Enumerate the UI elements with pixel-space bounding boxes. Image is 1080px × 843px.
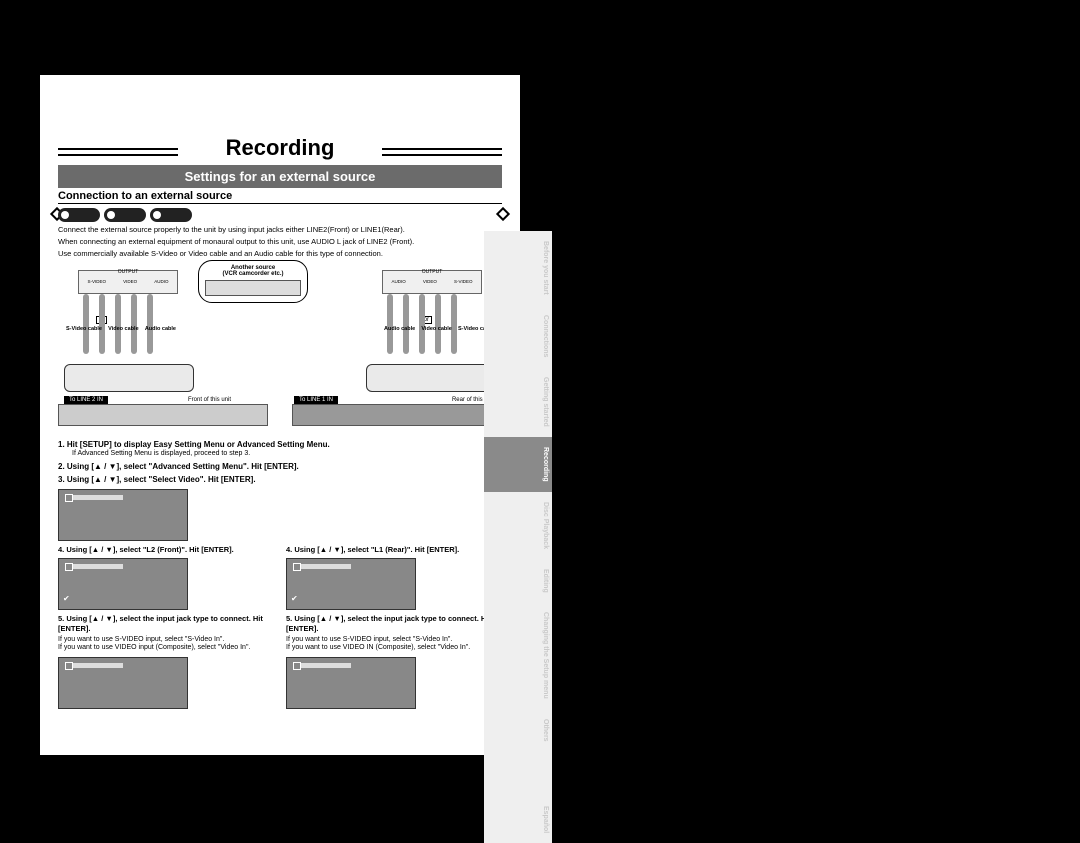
tab-editing: Editing [484,559,552,603]
port-audio-r: AUDIO [392,279,406,284]
line1-in-label: To LINE 1 IN [294,396,338,404]
output-ports-right: OUTPUT AUDIO VIDEO S-VIDEO [382,270,482,294]
procedure-steps: 1. Hit [SETUP] to display Easy Setting M… [58,440,502,541]
unit-front-jacks [64,364,194,392]
output-label-left: OUTPUT [79,269,177,275]
line2-in-label: To LINE 2 IN [64,396,108,404]
intro-line-3: Use commercially available S-Video or Vi… [58,249,502,258]
intro-line-2: When connecting an external equipment of… [58,237,502,246]
right-step-4: 4. Using [▲ / ▼], select "L1 (Rear)". Hi… [286,545,502,554]
tab-espanol: Español [484,796,552,843]
right-column: 4. Using [▲ / ▼], select "L1 (Rear)". Hi… [286,545,502,713]
manual-page: Recording Settings for an external sourc… [40,75,520,755]
disc-type-badges [58,208,502,222]
two-column-procedure: 4. Using [▲ / ▼], select "L2 (Front)". H… [58,545,502,713]
left-step-4: 4. Using [▲ / ▼], select "L2 (Front)". H… [58,545,274,554]
output-ports-left: OUTPUT S-VIDEO VIDEO AUDIO [78,270,178,294]
unit-front-illustration [58,404,268,426]
port-video: VIDEO [123,279,137,284]
step-2: 2. Using [▲ / ▼], select "Advanced Setti… [58,462,502,472]
tab-connections: Connections [484,305,552,367]
tab-changing-setup: Changing the Setup menu [484,602,552,709]
section-title-bar: Settings for an external source [58,165,502,188]
unit-rear-illustration [292,404,502,426]
left-note-1: If you want to use S-VIDEO input, select… [58,636,274,644]
step-3: 3. Using [▲ / ▼], select "Select Video".… [58,475,502,485]
tab-getting-started: Getting started [484,367,552,437]
left-step-5: 5. Using [▲ / ▼], select the input jack … [58,614,274,633]
cable-labels-left: S-Video cable Video cable Audio cable [66,326,176,332]
osd-screenshot-step3 [58,489,188,541]
chapter-title: Recording [40,135,520,161]
side-tabs: Before you start Connections Getting sta… [484,231,552,843]
step-1: 1. Hit [SETUP] to display Easy Setting M… [58,440,502,459]
badge-dvd-rw [150,208,192,222]
left-column: 4. Using [▲ / ▼], select "L2 (Front)". H… [58,545,274,713]
tab-spacer [484,752,552,796]
intro-line-1: Connect the external source properly to … [58,225,502,234]
tab-others: Others [484,709,552,752]
port-s-video: S-VIDEO [88,279,107,284]
port-video-r: VIDEO [423,279,437,284]
osd-screenshot-right-final [286,657,416,709]
output-label-right: OUTPUT [383,269,481,275]
left-note-2: If you want to use VIDEO input (Composit… [58,644,274,652]
osd-screenshot-left-final [58,657,188,709]
tab-disc-playback: Disc Playback [484,492,552,559]
osd-screenshot-l2: ✔ [58,558,188,610]
tab-recording: Recording [484,437,552,492]
osd-screenshot-l1: ✔ [286,558,416,610]
front-caption: Front of this unit [188,397,231,403]
subheading: Connection to an external source [58,190,502,204]
unit-rear-jacks [366,364,496,392]
vcr-illustration [205,280,301,296]
badge-dvd-video [58,208,100,222]
connection-diagram: Another source (VCR camcorder etc.) OUTP… [58,264,502,434]
right-note-2: If you want to use VIDEO IN (Composite),… [286,644,502,652]
step-1-note: If Advanced Setting Menu is displayed, p… [72,450,502,459]
port-audio: AUDIO [154,279,168,284]
right-step-5: 5. Using [▲ / ▼], select the input jack … [286,614,502,633]
source-subtitle: (VCR camcorder etc.) [205,271,301,277]
another-source-box: Another source (VCR camcorder etc.) [198,260,308,303]
port-s-video-r: S-VIDEO [454,279,473,284]
tab-before-you-start: Before you start [484,231,552,305]
cable-labels-right: Audio cable Video cable S-Video cable [384,326,494,332]
right-note-1: If you want to use S-VIDEO input, select… [286,636,502,644]
badge-dvd-vr [104,208,146,222]
